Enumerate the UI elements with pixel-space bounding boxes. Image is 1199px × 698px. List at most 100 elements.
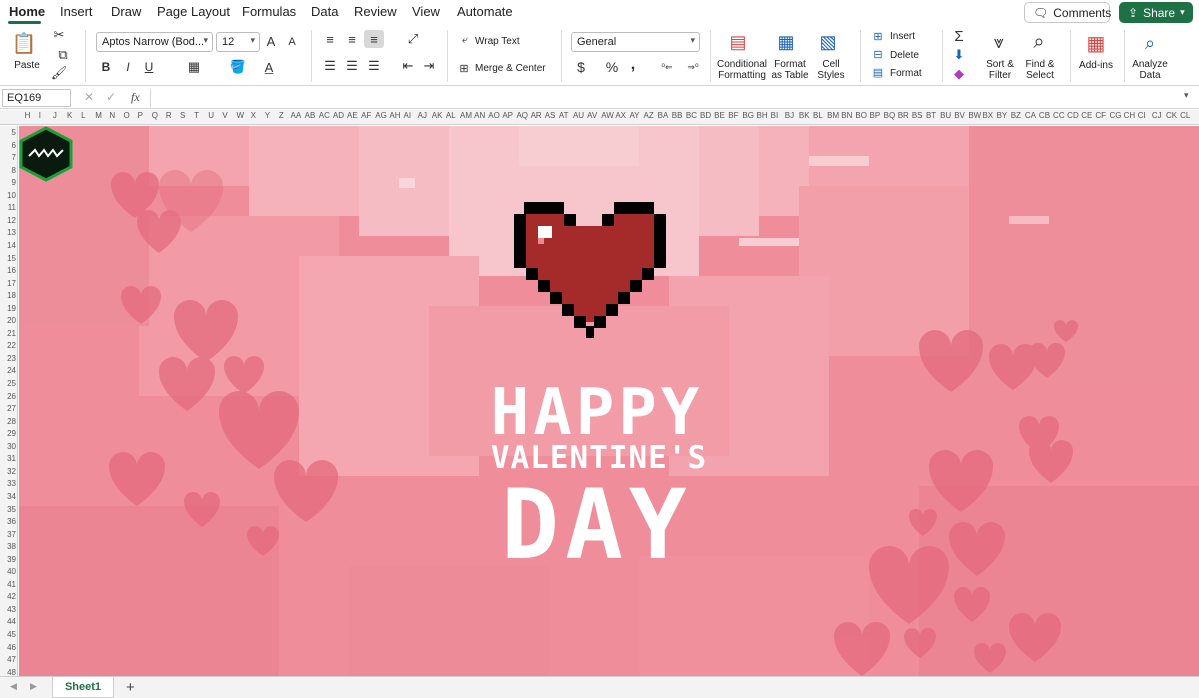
bold-button[interactable]: B [99,59,113,75]
column-header[interactable]: BN [841,111,852,120]
sort-filter-icon[interactable]: ⩔ [985,30,1013,54]
comments-button[interactable]: 🗨 Comments [1024,2,1111,23]
italic-button[interactable]: I [121,59,135,75]
column-header[interactable]: CL [1180,111,1190,120]
column-header[interactable]: AA [291,111,302,120]
tab-data[interactable]: Data [311,4,338,19]
align-right-icon[interactable]: ☰ [366,58,382,73]
column-header[interactable]: U [208,111,214,120]
column-header[interactable]: AL [446,111,456,120]
row-header[interactable]: 41 [0,580,16,589]
row-header[interactable]: 5 [0,128,16,137]
add-sheet-button[interactable]: + [126,679,135,696]
column-header[interactable]: AU [573,111,584,120]
delete-cells-button[interactable]: Delete [890,50,919,61]
row-header[interactable]: 47 [0,655,16,664]
column-header[interactable]: Y [265,111,270,120]
column-header[interactable]: BH [757,111,768,120]
column-header[interactable]: N [109,111,115,120]
column-header[interactable]: BP [869,111,880,120]
tab-page-layout[interactable]: Page Layout [157,4,230,19]
column-header[interactable]: CF [1095,111,1106,120]
row-header[interactable]: 13 [0,228,16,237]
increase-indent-icon[interactable]: ⇥ [421,58,437,73]
column-header[interactable]: AO [488,111,500,120]
row-header[interactable]: 26 [0,392,16,401]
fill-color-icon[interactable]: 🪣 [228,59,248,75]
row-header[interactable]: 8 [0,166,16,175]
format-painter-icon[interactable]: 🖌 [51,65,68,80]
column-header[interactable]: CD [1067,111,1079,120]
row-header[interactable]: 36 [0,517,16,526]
align-left-icon[interactable]: ☰ [322,58,338,73]
row-header[interactable]: 15 [0,254,16,263]
column-header[interactable]: K [67,111,72,120]
analyze-data-button[interactable]: Analyze Data [1128,59,1172,81]
format-cells-button[interactable]: Format [890,68,922,79]
column-header[interactable]: CB [1039,111,1050,120]
row-header[interactable]: 10 [0,191,16,200]
column-header[interactable]: BW [968,111,981,120]
font-size-dropdown[interactable]: 12 ▾ [216,32,260,52]
column-header[interactable]: AT [559,111,569,120]
decrease-decimal-icon[interactable]: ⇒⁰ [684,59,702,75]
row-header[interactable]: 11 [0,203,16,212]
column-header[interactable]: BK [799,111,810,120]
tab-automate[interactable]: Automate [457,4,513,19]
row-header[interactable]: 28 [0,417,16,426]
column-header[interactable]: BA [658,111,669,120]
column-header[interactable]: BQ [884,111,896,120]
align-bottom-icon[interactable]: ≡ [364,30,384,48]
format-as-table-button[interactable]: Format as Table [769,59,811,81]
column-header[interactable]: AF [361,111,371,120]
column-header[interactable]: BB [672,111,683,120]
column-header[interactable]: CA [1025,111,1036,120]
cell-styles-button[interactable]: Cell Styles [813,59,849,81]
column-header[interactable]: M [95,111,102,120]
conditional-formatting-button[interactable]: Conditional Formatting [716,59,768,81]
analyze-data-icon[interactable]: ⌕ [1136,30,1164,56]
row-header[interactable]: 39 [0,555,16,564]
tab-insert[interactable]: Insert [60,4,93,19]
align-top-icon[interactable]: ≡ [322,32,338,47]
column-header[interactable]: H [25,111,31,120]
column-header[interactable]: BG [742,111,754,120]
find-select-button[interactable]: Find & Select [1022,59,1058,81]
align-center-icon[interactable]: ☰ [344,58,360,73]
column-header[interactable]: BD [700,111,711,120]
column-header[interactable]: AY [629,111,639,120]
orientation-icon[interactable]: ⤢ [400,31,426,46]
align-middle-icon[interactable]: ≡ [344,32,360,47]
column-header[interactable]: BR [898,111,909,120]
paste-button[interactable]: Paste [10,60,44,71]
column-header[interactable]: AB [305,111,316,120]
row-header[interactable]: 38 [0,542,16,551]
row-header[interactable]: 12 [0,216,16,225]
column-header[interactable]: BJ [785,111,794,120]
row-header[interactable]: 25 [0,379,16,388]
column-header[interactable]: BX [982,111,993,120]
row-header[interactable]: 43 [0,605,16,614]
column-header[interactable]: AM [460,111,472,120]
column-header[interactable]: CK [1166,111,1177,120]
underline-button[interactable]: U [142,59,156,75]
row-header[interactable]: 48 [0,668,16,676]
column-header[interactable]: AS [545,111,556,120]
fill-icon[interactable]: ⬇ [951,47,967,62]
row-header[interactable]: 44 [0,617,16,626]
row-header[interactable]: 31 [0,454,16,463]
column-header[interactable]: AH [389,111,400,120]
column-header[interactable]: P [138,111,143,120]
column-header[interactable]: BL [813,111,823,120]
row-header[interactable]: 37 [0,530,16,539]
row-header[interactable]: 35 [0,505,16,514]
name-box[interactable]: EQ169 [2,89,71,107]
row-header[interactable]: 9 [0,178,16,187]
column-header[interactable]: W [236,111,244,120]
font-color-icon[interactable]: A [262,59,276,75]
row-header[interactable]: 18 [0,291,16,300]
column-header[interactable]: BZ [1011,111,1021,120]
tab-view[interactable]: View [412,4,440,19]
shrink-font-button[interactable]: A [286,34,298,50]
column-header[interactable]: CJ [1152,111,1162,120]
